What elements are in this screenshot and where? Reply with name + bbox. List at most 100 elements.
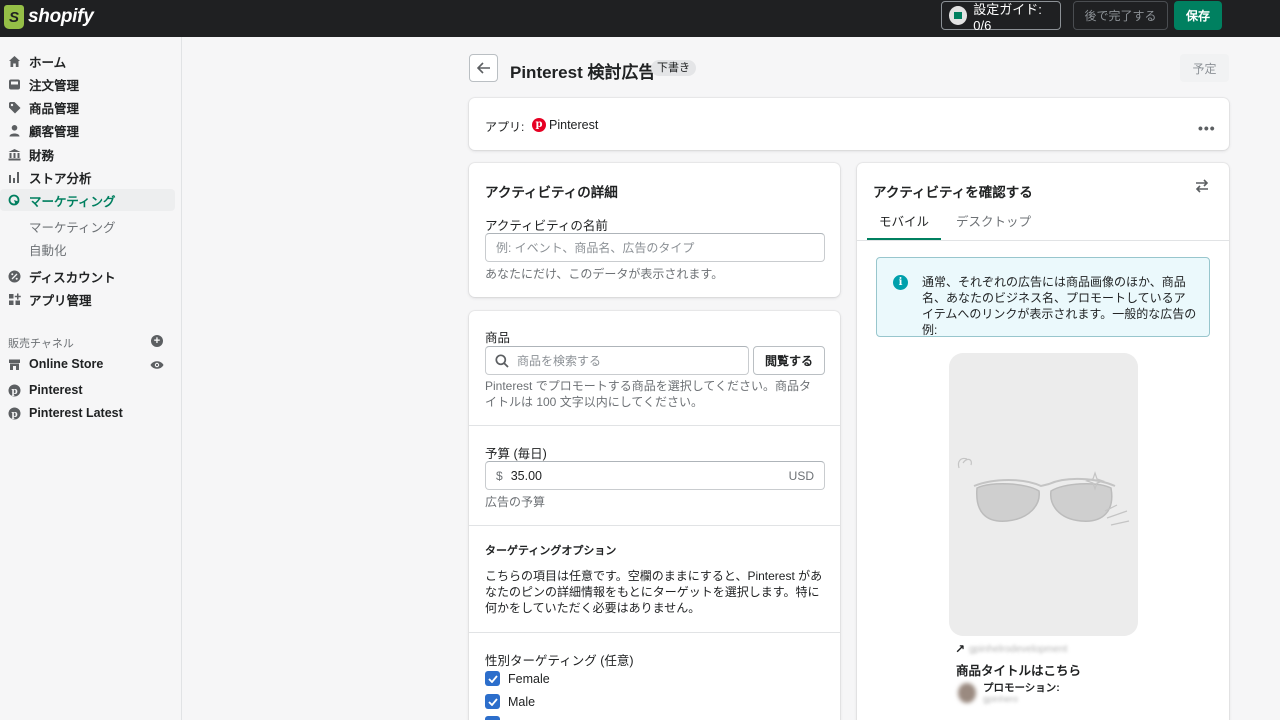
product-label: 商品 [485, 331, 511, 345]
budget-help: 広告の予算 [485, 495, 546, 509]
checkbox-label: Female [508, 671, 550, 686]
save-button[interactable]: 保存 [1174, 1, 1222, 30]
info-text: 通常、それぞれの広告には商品画像のほか、商品名、あなたのビジネス名、プロモートし… [922, 275, 1197, 337]
browse-button[interactable]: 閲覧する [753, 346, 825, 375]
finish-later-button[interactable]: 後で完了する [1073, 1, 1168, 30]
info-icon: i [893, 275, 908, 290]
activity-name-label: アクティビティの名前 [485, 219, 608, 233]
sidebar-item-label: ストア分析 [29, 171, 92, 186]
sidebar-subitem-marketing[interactable]: マーケティング [29, 217, 116, 236]
sidebar-item-label: ディスカウント [29, 270, 116, 285]
app-label: アプリ: [485, 120, 525, 134]
sidebar-item-discounts[interactable]: ディスカウント [0, 265, 175, 287]
pin-url: gpinhelrodevelopment [969, 644, 1068, 655]
budget-value: 35.00 [510, 468, 542, 483]
checkbox-checked-icon[interactable] [485, 671, 500, 686]
apps-icon [8, 293, 21, 306]
sidebar-item-label: 商品管理 [29, 101, 80, 116]
more-actions-icon[interactable]: ••• [1198, 120, 1216, 136]
section-divider [469, 632, 840, 633]
setup-guide-label: 設定ガイド: 0/6 [973, 1, 1042, 33]
promoter-name: gpinhero [983, 694, 1019, 704]
sidebar-item-pinterest-latest[interactable]: p Pinterest Latest [0, 402, 175, 424]
sales-channels-heading: 販売チャネル [8, 338, 74, 350]
checkbox-checked-icon[interactable] [485, 694, 500, 709]
external-link-arrow-icon: ↗ [955, 642, 966, 656]
sidebar-item-label: Pinterest [29, 383, 83, 397]
sidebar-subitem-automation[interactable]: 自動化 [29, 240, 67, 259]
sidebar-item-home[interactable]: ホーム [0, 50, 175, 72]
back-button[interactable] [469, 54, 498, 82]
sidebar-item-finance[interactable]: 財務 [0, 143, 175, 165]
product-search-input[interactable]: 商品を検索する [485, 346, 749, 375]
setup-guide-button[interactable]: 設定ガイド: 0/6 [941, 1, 1061, 33]
sidebar-item-label: アプリ管理 [29, 293, 92, 308]
home-icon [8, 55, 21, 68]
sidebar-item-apps[interactable]: アプリ管理 [0, 288, 175, 310]
sidebar-item-label: ホーム [29, 55, 67, 70]
store-icon [8, 358, 21, 371]
analytics-icon [8, 171, 21, 184]
gender-targeting-label: 性別ターゲティング (任意) [485, 654, 634, 668]
sidebar-item-orders[interactable]: 注文管理 [0, 73, 175, 95]
section-divider [469, 425, 840, 426]
page-title: Pinterest 検討広告 [510, 63, 656, 82]
shopify-logo[interactable]: shopify [4, 5, 94, 29]
sidebar: ホーム 注文管理 商品管理 顧客管理 財務 ストア分析 マーケティング マーケテ… [0, 37, 182, 720]
swap-arrows-icon[interactable] [1194, 178, 1210, 194]
activity-name-placeholder: 例: イベント、商品名、広告のタイプ [496, 241, 695, 255]
ad-settings-card: 商品 商品を検索する 閲覧する Pinterest でプロモートする商品を選択し… [469, 311, 840, 720]
sunglasses-illustration-icon [957, 457, 1130, 526]
search-icon [495, 353, 509, 368]
pin-title: 商品タイトルはこちら [956, 664, 1082, 678]
sidebar-item-online-store[interactable]: Online Store [0, 353, 175, 375]
tag-icon [8, 101, 21, 114]
sidebar-item-analytics[interactable]: ストア分析 [0, 166, 175, 188]
activity-name-help: あなたにだけ、このデータが表示されます。 [485, 267, 724, 281]
activity-name-input[interactable]: 例: イベント、商品名、広告のタイプ [485, 233, 825, 262]
targeting-description: こちらの項目は任意です。空欄のままにすると、Pinterest があなたのピンの… [485, 569, 823, 615]
avatar [958, 683, 976, 703]
pinterest-icon: p [8, 384, 21, 397]
sidebar-item-label: 顧客管理 [29, 124, 80, 139]
currency-unit: USD [788, 468, 814, 483]
logo-text: shopify [28, 6, 94, 27]
sidebar-item-pinterest[interactable]: p Pinterest [0, 379, 175, 401]
discount-icon [8, 270, 21, 283]
checkbox-label: Male [508, 694, 536, 709]
pin-preview-image [949, 353, 1138, 636]
currency-symbol: $ [496, 468, 503, 483]
checkbox-male[interactable]: Male [485, 694, 535, 709]
sidebar-item-marketing[interactable]: マーケティング [0, 189, 175, 211]
schedule-button[interactable]: 予定 [1180, 54, 1229, 82]
promotion-label: プロモーション: [983, 682, 1060, 694]
top-bar: shopify 設定ガイド: 0/6 後で完了する 保存 [0, 0, 1280, 37]
app-name: Pinterest [549, 118, 599, 132]
targeting-heading: ターゲティングオプション [485, 545, 617, 557]
sidebar-item-customers[interactable]: 顧客管理 [0, 119, 175, 141]
card-heading: アクティビティを確認する [873, 185, 1033, 200]
status-badge: 下書き [651, 60, 696, 76]
sidebar-item-label: Online Store [29, 357, 104, 371]
orders-icon [8, 78, 21, 91]
app-card: アプリ: p Pinterest ••• [469, 98, 1229, 150]
tabs-divider [857, 240, 1229, 241]
sidebar-item-label: 注文管理 [29, 78, 80, 93]
pinterest-logo-icon: p [532, 118, 546, 132]
sidebar-item-label: 財務 [29, 148, 55, 163]
svg-text:p: p [11, 387, 17, 397]
pinterest-icon: p [8, 407, 21, 420]
section-divider [469, 525, 840, 526]
eye-icon[interactable] [150, 360, 164, 370]
sidebar-item-products[interactable]: 商品管理 [0, 96, 175, 118]
budget-input[interactable]: $ 35.00 USD [485, 461, 825, 490]
arrow-left-icon [476, 62, 490, 74]
checkbox-checked-icon[interactable] [485, 716, 500, 720]
activity-details-card: アクティビティの詳細 アクティビティの名前 例: イベント、商品名、広告のタイプ… [469, 163, 840, 297]
bank-icon [8, 148, 21, 161]
add-channel-icon[interactable]: + [151, 335, 163, 347]
checkbox-more[interactable] [485, 716, 500, 720]
tab-mobile[interactable]: モバイル [867, 211, 942, 241]
tab-desktop[interactable]: デスクトップ [944, 211, 1043, 241]
checkbox-female[interactable]: Female [485, 671, 550, 686]
